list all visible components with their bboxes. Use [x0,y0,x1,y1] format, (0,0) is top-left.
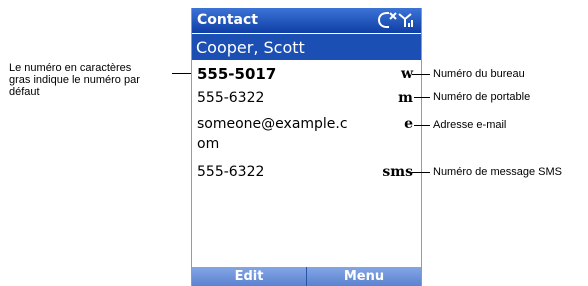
signal-status-icon[interactable] [377,11,415,29]
email-line-1: someone@example.c [197,116,348,132]
work-number: 555-5017 [197,65,277,83]
leader-line-sms [412,172,430,173]
contact-name-bar: Cooper, Scott [192,34,421,60]
note-line-1: Le numéro en caractères [9,62,132,74]
leader-line-mobile [414,97,430,98]
mobile-number: 555-6322 [197,90,265,106]
title-bar: Contact [192,8,421,33]
number-row-sms[interactable]: 555-6322 sms [192,162,421,184]
email-row[interactable]: someone@example.c om e [192,114,421,156]
email-type-label: e [404,116,413,132]
note-line-3: défaut [9,86,40,98]
callout-work: Numéro du bureau [433,68,525,80]
callout-mobile: Numéro de portable [433,91,531,103]
contact-name: Cooper, Scott [196,38,305,57]
sms-type-label: sms [382,164,413,180]
email-line-2: om [197,136,220,152]
note-line-2: gras indique le numéro par [9,74,140,86]
menu-softkey[interactable]: Menu [307,267,421,286]
callout-email: Adresse e-mail [433,119,507,131]
leader-line-email [414,125,430,126]
default-number-note: Le numéro en caractères gras indique le … [9,62,140,98]
mobile-type-label: m [398,90,413,106]
number-row-work[interactable]: 555-5017 w [192,64,421,86]
phone-screen: Contact Cooper, Scott 555-5017 w 555-632… [191,8,422,286]
softkey-bar: Edit Menu [192,267,421,286]
edit-softkey[interactable]: Edit [192,267,307,286]
number-row-mobile[interactable]: 555-6322 m [192,88,421,110]
app-title: Contact [197,12,258,28]
sms-number: 555-6322 [197,164,265,180]
callout-sms: Numéro de message SMS [433,166,562,178]
leader-line-work [412,74,430,75]
